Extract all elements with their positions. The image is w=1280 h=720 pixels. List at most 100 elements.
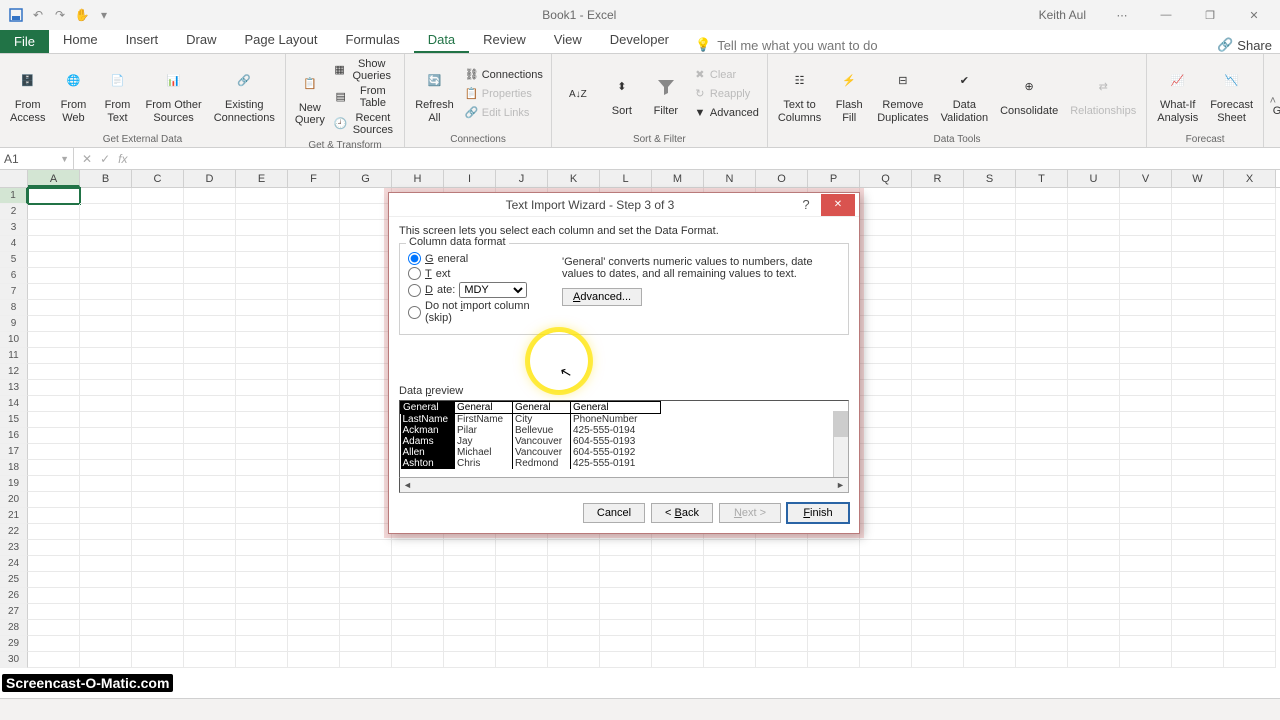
cell[interactable] [1224,652,1276,668]
cell[interactable] [236,252,288,268]
cell[interactable] [548,540,600,556]
cell[interactable] [1172,188,1224,204]
cell[interactable] [1172,268,1224,284]
cell[interactable] [132,252,184,268]
cancel-formula-icon[interactable]: ✕ [82,152,92,166]
cell[interactable] [1224,348,1276,364]
cell[interactable] [80,572,132,588]
cell[interactable] [1120,236,1172,252]
cell[interactable] [288,364,340,380]
cell[interactable] [808,556,860,572]
clear-button[interactable]: ✖Clear [690,67,761,85]
cell[interactable] [860,252,912,268]
cell[interactable] [860,604,912,620]
cell[interactable] [1068,476,1120,492]
cell[interactable] [496,572,548,588]
cell[interactable] [1120,412,1172,428]
cell[interactable] [860,652,912,668]
cell[interactable] [912,508,964,524]
cell[interactable] [912,252,964,268]
cell[interactable] [1224,556,1276,572]
cell[interactable] [964,188,1016,204]
cell[interactable] [80,412,132,428]
preview-cell[interactable]: Allen [401,447,455,458]
cell[interactable] [184,588,236,604]
cell[interactable] [288,476,340,492]
cell[interactable] [184,428,236,444]
cell[interactable] [288,268,340,284]
collapse-ribbon-icon[interactable]: ˄ [1270,95,1276,107]
cell[interactable] [28,284,80,300]
tab-home[interactable]: Home [49,28,112,53]
sort-az-button[interactable]: A↓Z [558,77,598,113]
filter-button[interactable]: Filter [646,69,686,119]
cell[interactable] [28,396,80,412]
cell[interactable] [860,620,912,636]
cell[interactable] [1068,220,1120,236]
cell[interactable] [964,316,1016,332]
cell[interactable] [964,508,1016,524]
cell[interactable] [28,524,80,540]
row-header[interactable]: 10 [0,332,28,348]
cell[interactable] [808,620,860,636]
row-header[interactable]: 14 [0,396,28,412]
select-all-corner[interactable] [0,170,28,187]
cell[interactable] [28,380,80,396]
cell[interactable] [548,588,600,604]
cell[interactable] [1120,316,1172,332]
cell[interactable] [28,252,80,268]
minimize-icon[interactable]: ― [1146,2,1186,28]
cell[interactable] [704,540,756,556]
cell[interactable] [132,332,184,348]
cell[interactable] [1120,556,1172,572]
tab-page-layout[interactable]: Page Layout [231,28,332,53]
cell[interactable] [80,556,132,572]
cell[interactable] [1016,556,1068,572]
cell[interactable] [80,380,132,396]
cell[interactable] [964,348,1016,364]
date-format-select[interactable]: MDY [459,282,527,298]
next-button[interactable]: Next > [719,503,781,523]
cell[interactable] [236,268,288,284]
cell[interactable] [912,492,964,508]
column-header[interactable]: I [444,170,496,187]
cell[interactable] [288,332,340,348]
preview-cell[interactable]: Ashton [401,458,455,469]
cell[interactable] [756,652,808,668]
cell[interactable] [1120,252,1172,268]
cell[interactable] [444,604,496,620]
scroll-left-icon[interactable]: ◄ [400,480,415,490]
fx-icon[interactable]: fx [118,152,127,166]
cell[interactable] [860,636,912,652]
cell[interactable] [964,588,1016,604]
cell[interactable] [1016,204,1068,220]
cell[interactable] [340,188,392,204]
cell[interactable] [1120,364,1172,380]
edit-links-button[interactable]: 🔗Edit Links [462,105,545,123]
preview-cell[interactable]: Adams [401,436,455,447]
cell[interactable] [1016,220,1068,236]
user-name[interactable]: Keith Aul [1039,8,1086,22]
cell[interactable] [548,652,600,668]
cell[interactable] [80,252,132,268]
cell[interactable] [288,252,340,268]
cell[interactable] [1120,572,1172,588]
cell[interactable] [964,524,1016,540]
cell[interactable] [1068,300,1120,316]
cell[interactable] [340,412,392,428]
cell[interactable] [1172,380,1224,396]
forecast-sheet-button[interactable]: 📉Forecast Sheet [1206,63,1257,125]
cell[interactable] [1120,652,1172,668]
cell[interactable] [340,396,392,412]
cell[interactable] [1224,460,1276,476]
preview-cell[interactable]: 604-555-0193 [571,436,661,447]
cell[interactable] [132,620,184,636]
cell[interactable] [28,444,80,460]
cell[interactable] [912,572,964,588]
cell[interactable] [860,204,912,220]
cell[interactable] [704,636,756,652]
cell[interactable] [80,636,132,652]
ribbon-options-icon[interactable]: ⋯ [1102,2,1142,28]
cell[interactable] [184,444,236,460]
column-header[interactable]: C [132,170,184,187]
